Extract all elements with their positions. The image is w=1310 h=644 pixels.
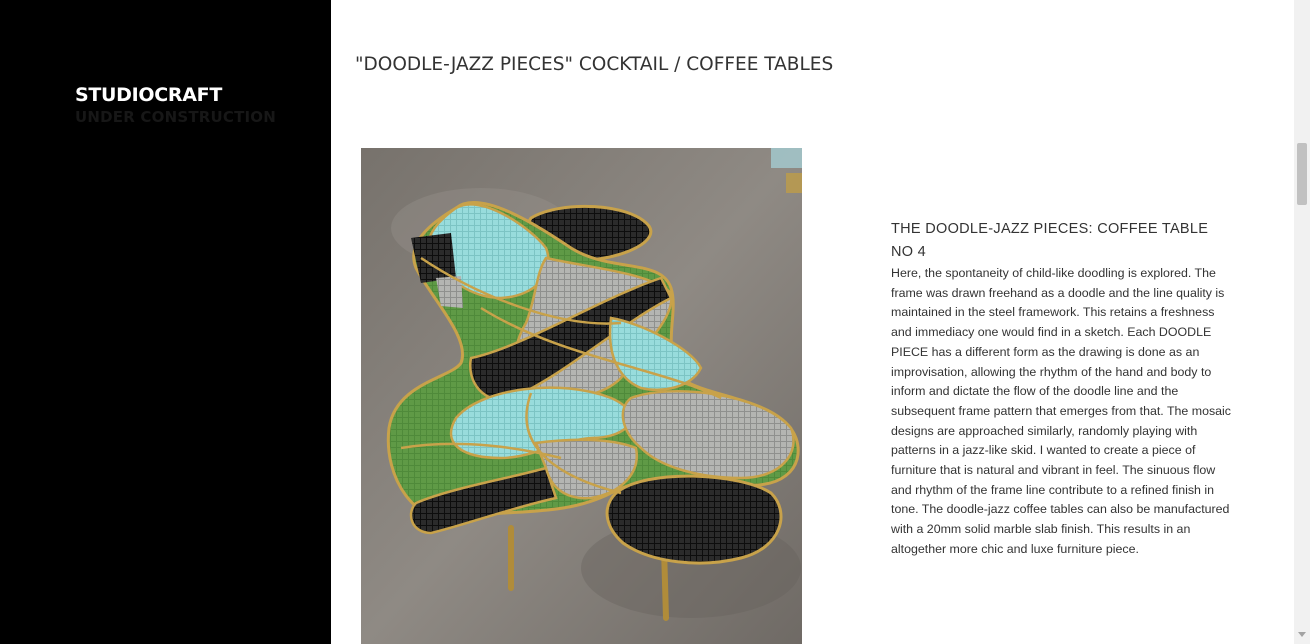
product-title: THE DOODLE-JAZZ PIECES: COFFEE TABLE NO … [891,221,1209,260]
product-description-block: THE DOODLE-JAZZ PIECES: COFFEE TABLE NO … [891,218,1231,560]
sidebar: STUDIOCRAFT UNDER CONSTRUCTION [0,0,331,644]
site-logo-text[interactable]: STUDIOCRAFT [75,84,222,106]
scrollbar-thumb[interactable] [1297,143,1307,205]
scroll-down-arrow-icon[interactable] [1298,632,1306,637]
site-tagline: UNDER CONSTRUCTION [75,108,277,126]
page-title: "DOODLE-JAZZ PIECES" COCKTAIL / COFFEE T… [355,54,834,75]
vertical-scrollbar[interactable] [1294,0,1310,644]
main-content: "DOODLE-JAZZ PIECES" COCKTAIL / COFFEE T… [331,0,1294,644]
product-description: Here, the spontaneity of child-like dood… [891,266,1231,556]
product-image [361,148,802,644]
